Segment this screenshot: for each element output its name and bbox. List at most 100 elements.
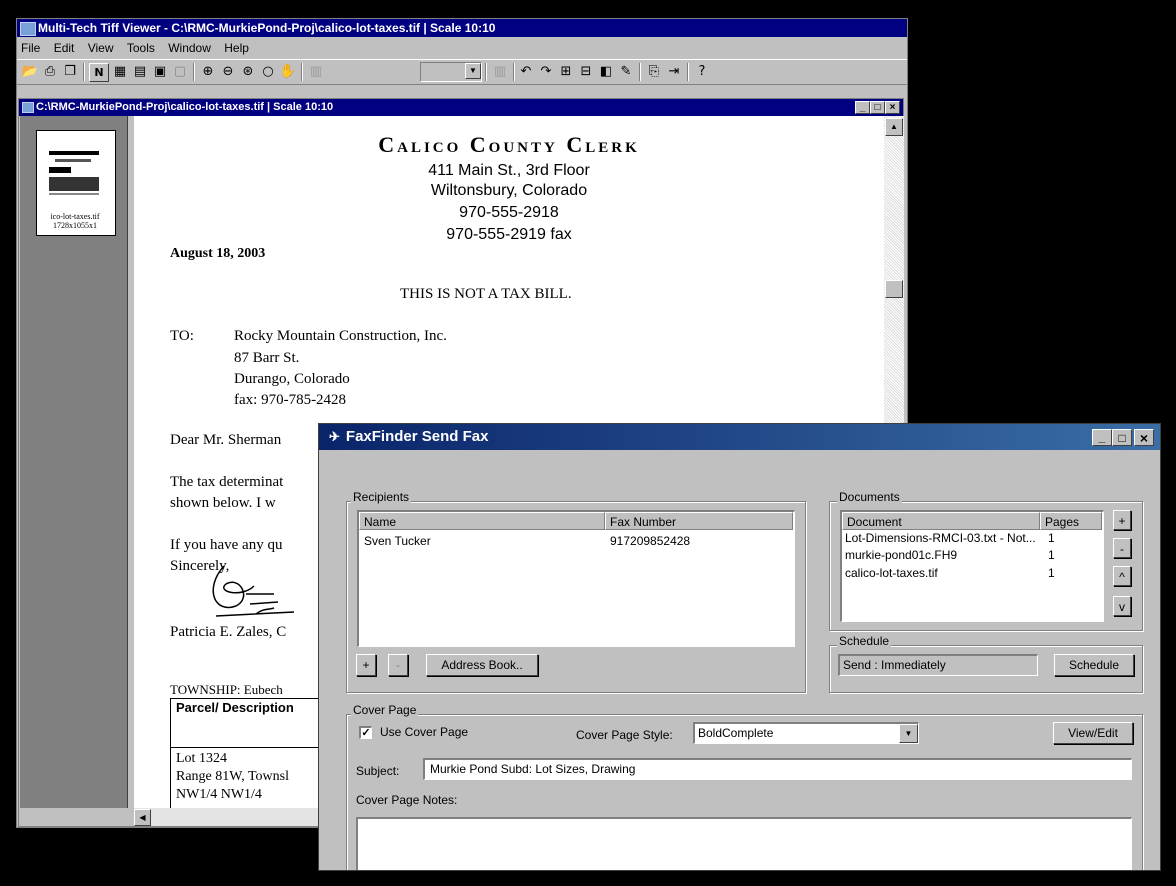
fax-close-icon[interactable]: ×	[1134, 429, 1154, 446]
recipients-list[interactable]: Name Fax Number Sven Tucker 917209852428	[357, 510, 795, 647]
letterhead-phone: 970-555-2918	[459, 204, 559, 221]
scroll-up-icon[interactable]: ▲	[885, 118, 903, 136]
letter-signer: Patricia E. Zales, C	[170, 624, 287, 640]
address-book-button[interactable]: Address Book..	[426, 654, 538, 676]
menu-file[interactable]: File	[21, 41, 40, 55]
tiff-viewer-title: Multi-Tech Tiff Viewer - C:\RMC-MurkiePo…	[38, 21, 496, 35]
thumbnail-view-icon[interactable]: ▦	[111, 63, 129, 80]
recipients-col-name[interactable]: Name	[359, 512, 605, 530]
move-up-button[interactable]: ^	[1113, 566, 1131, 586]
maximize-icon[interactable]: □	[870, 101, 885, 114]
documents-col-document[interactable]: Document	[842, 512, 1040, 530]
scroll-left-icon[interactable]: ◀	[134, 809, 151, 826]
rotate-right-icon[interactable]: ↷	[537, 63, 555, 80]
menu-tools[interactable]: Tools	[127, 41, 155, 55]
zoom-fit-icon[interactable]: ⊛	[239, 63, 257, 80]
send-fax-dialog: ✈ FaxFinder Send Fax _ □ × Recipients Nam…	[318, 423, 1161, 871]
remove-recipient-button[interactable]: -	[388, 654, 408, 676]
use-cover-checkbox[interactable]: ✓	[359, 726, 372, 739]
chevron-down-icon[interactable]: ▼	[465, 63, 481, 79]
move-down-button[interactable]: v	[1113, 596, 1131, 616]
thumbnail-size: 1728x1055x1	[53, 221, 97, 230]
copy-icon[interactable]: ❐	[61, 63, 79, 80]
document-item-3-pages: 1	[1048, 566, 1055, 580]
print-icon[interactable]: ⎙	[41, 63, 59, 80]
to-name: Rocky Mountain Construction, Inc.	[234, 328, 447, 344]
invert-icon[interactable]: ◧	[597, 63, 615, 80]
schedule-button[interactable]: Schedule	[1054, 654, 1134, 676]
documents-list[interactable]: Document Pages Lot-Dimensions-RMCI-03.tx…	[840, 510, 1104, 622]
menu-bar: File Edit View Tools Window Help	[17, 39, 255, 57]
document-item-1-name[interactable]: Lot-Dimensions-RMCI-03.txt - Not...	[845, 531, 1039, 545]
parcel-table-header: Parcel/ Description	[176, 700, 294, 715]
fax-minimize-icon[interactable]: _	[1092, 429, 1112, 446]
document-item-2-pages: 1	[1048, 548, 1055, 562]
page-combo[interactable]: ▼	[420, 62, 482, 82]
schedule-label: Schedule	[837, 634, 892, 648]
zoom-out-icon[interactable]: ⊖	[219, 63, 237, 80]
menu-view[interactable]: View	[88, 41, 114, 55]
help-icon[interactable]: ?	[693, 63, 711, 80]
hand-icon[interactable]: ✋	[279, 63, 297, 80]
remove-document-button[interactable]: -	[1113, 538, 1131, 558]
letter-date: August 18, 2003	[170, 246, 266, 261]
recipient-name[interactable]: Sven Tucker	[364, 534, 431, 548]
mirror-icon[interactable]: ⊟	[577, 63, 595, 80]
cover-style-label: Cover Page Style:	[576, 728, 673, 742]
thumbnail-filename: ico-lot-taxes.tif	[50, 212, 100, 221]
normal-icon[interactable]: N	[89, 63, 109, 82]
recipients-col-fax[interactable]: Fax Number	[605, 512, 793, 530]
cover-style-select[interactable]: BoldComplete ▼	[693, 722, 919, 744]
subject-input[interactable]: Murkie Pond Subd: Lot Sizes, Drawing	[423, 758, 1132, 780]
township-line: TOWNSHIP: Eubech	[170, 682, 283, 697]
fax-maximize-icon[interactable]: □	[1112, 429, 1132, 446]
cover-notes-label: Cover Page Notes:	[356, 793, 458, 807]
document-item-1-pages: 1	[1048, 531, 1055, 545]
cover-style-value: BoldComplete	[698, 726, 774, 740]
tiff-viewer-titlebar[interactable]: Multi-Tech Tiff Viewer - C:\RMC-MurkiePo…	[17, 19, 907, 37]
single-page-icon[interactable]: ▣	[151, 63, 169, 80]
to-label: TO:	[170, 328, 194, 344]
to-fax: fax: 970-785-2428	[234, 392, 347, 408]
annotate-icon[interactable]: ✎	[617, 63, 635, 80]
scroll-thumb[interactable]	[885, 280, 903, 298]
fax-dialog-titlebar[interactable]: ✈ FaxFinder Send Fax _ □ ×	[319, 424, 1160, 450]
add-recipient-button[interactable]: +	[356, 654, 376, 676]
to-city: Durango, Colorado	[234, 371, 350, 387]
cover-notes-textarea[interactable]	[356, 817, 1132, 870]
document-item-2-name[interactable]: murkie-pond01c.FH9	[845, 548, 957, 562]
page-view-icon[interactable]: ▤	[131, 63, 149, 80]
letterhead-address1: 411 Main St., 3rd Floor	[428, 162, 590, 179]
document-titlebar[interactable]: C:\RMC-MurkiePond-Proj\calico-lot-taxes.…	[19, 99, 903, 116]
add-document-button[interactable]: +	[1113, 510, 1131, 530]
document-item-3-name[interactable]: calico-lot-taxes.tif	[845, 566, 938, 580]
menu-help[interactable]: Help	[224, 41, 249, 55]
menu-edit[interactable]: Edit	[54, 41, 75, 55]
schedule-field: Send : Immediately	[838, 654, 1038, 676]
disabled-tool-2-icon: ▥	[493, 64, 507, 79]
thumbnail-label: ico-lot-taxes.tif 1728x1055x1	[36, 212, 114, 230]
letter-greeting: Dear Mr. Sherman	[170, 432, 282, 448]
document-title: C:\RMC-MurkiePond-Proj\calico-lot-taxes.…	[36, 101, 334, 113]
letterhead-fax: 970-555-2919 fax	[446, 226, 572, 243]
recipient-fax[interactable]: 917209852428	[610, 534, 690, 548]
flip-icon[interactable]: ⊞	[557, 63, 575, 80]
zoom-in-icon[interactable]: ⊕	[199, 63, 217, 80]
parcel-lot: Lot 1324	[176, 751, 227, 766]
fax-dialog-title: FaxFinder Send Fax	[345, 428, 489, 445]
blank-page-icon[interactable]: ▢	[171, 63, 189, 80]
send-fax-icon[interactable]: ⎘	[645, 63, 663, 80]
open-icon[interactable]: 📂	[21, 63, 39, 80]
fax-app-icon: ✈	[329, 429, 340, 444]
zoom-icon[interactable]: ○	[259, 63, 277, 80]
view-edit-button[interactable]: View/Edit	[1053, 722, 1133, 744]
exit-icon[interactable]: ⇥	[665, 63, 683, 80]
menu-window[interactable]: Window	[168, 41, 211, 55]
documents-col-pages[interactable]: Pages	[1040, 512, 1102, 530]
minimize-icon[interactable]: _	[855, 101, 870, 114]
chevron-down-icon[interactable]: ▼	[899, 724, 918, 743]
letterhead-address2: Wiltonsbury, Colorado	[430, 182, 588, 199]
close-icon[interactable]: ×	[885, 101, 900, 114]
rotate-left-icon[interactable]: ↶	[517, 63, 535, 80]
cover-page-label: Cover Page	[351, 703, 419, 717]
